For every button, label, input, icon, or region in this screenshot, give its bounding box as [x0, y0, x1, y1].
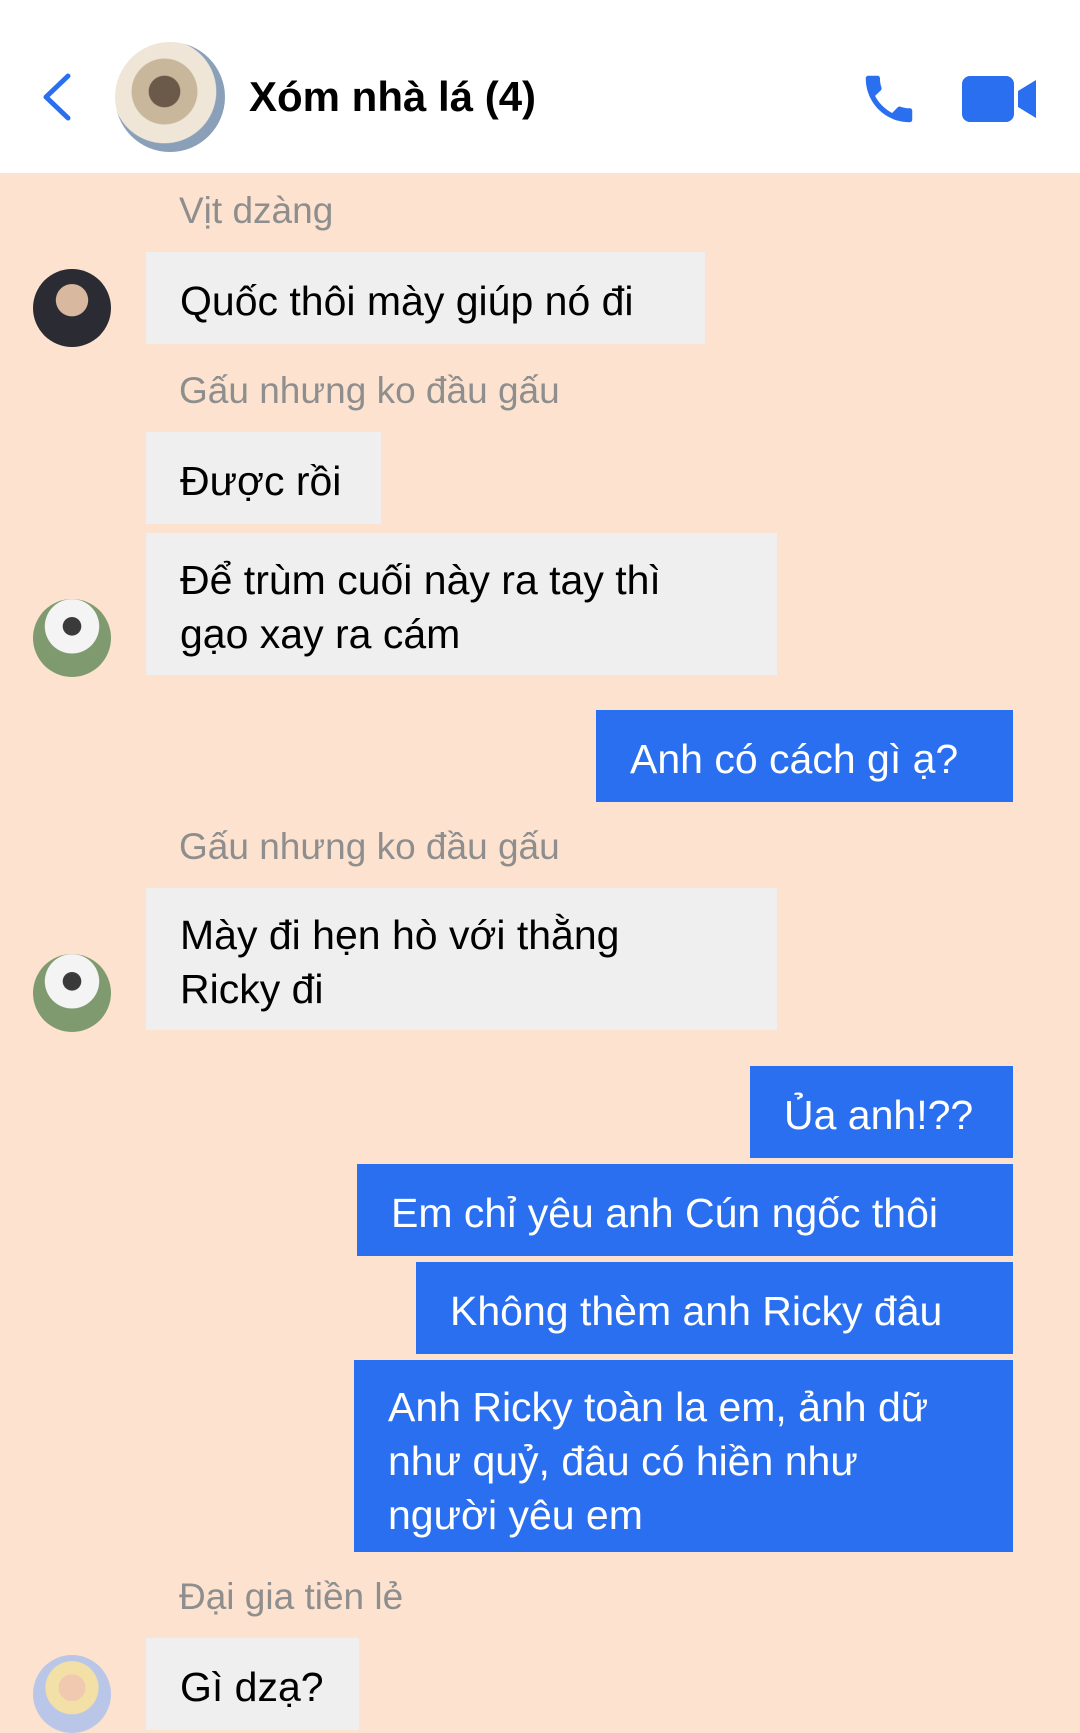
- message-text: Không thèm anh Ricky đâu: [450, 1288, 943, 1334]
- avatar[interactable]: [33, 599, 111, 677]
- message-bubble[interactable]: Gì dzạ?: [146, 1638, 359, 1730]
- sender-name: Gấu nhưng ko đầu gấu: [179, 826, 560, 867]
- avatar[interactable]: [33, 1655, 111, 1733]
- video-camera-icon[interactable]: [962, 74, 1038, 124]
- message-text: Anh Ricky toàn la em, ảnh dữ: [388, 1384, 929, 1430]
- message-bubble[interactable]: Anh có cách gì ạ?: [596, 710, 1013, 802]
- message-bubble[interactable]: Được rồi: [146, 432, 381, 524]
- phone-icon[interactable]: [858, 68, 920, 130]
- chat-header: Xóm nhà lá (4): [0, 0, 1080, 173]
- conversation-title[interactable]: Xóm nhà lá (4): [249, 73, 536, 121]
- avatar[interactable]: [33, 269, 111, 347]
- message-text: như quỷ, đâu có hiền như: [388, 1438, 858, 1484]
- message-bubble[interactable]: Ủa anh!??: [750, 1066, 1013, 1158]
- message-text: người yêu em: [388, 1492, 643, 1538]
- message-bubble[interactable]: Quốc thôi mày giúp nó đi: [146, 252, 705, 344]
- group-avatar[interactable]: [115, 42, 225, 152]
- message-bubble[interactable]: Để trùm cuối này ra tay thì gạo xay ra c…: [146, 533, 777, 675]
- avatar[interactable]: [33, 954, 111, 1032]
- message-text: Ricky đi: [180, 966, 324, 1012]
- message-text: Quốc thôi mày giúp nó đi: [180, 278, 634, 324]
- message-text: Để trùm cuối này ra tay thì: [180, 557, 661, 603]
- message-text: Được rồi: [180, 458, 342, 504]
- message-text: Gì dzạ?: [180, 1664, 324, 1710]
- sender-name: Gấu nhưng ko đầu gấu: [179, 370, 560, 411]
- message-bubble[interactable]: Anh Ricky toàn la em, ảnh dữ như quỷ, đâ…: [354, 1360, 1013, 1552]
- message-text: Mày đi hẹn hò với thằng: [180, 912, 620, 958]
- message-text: gạo xay ra cám: [180, 611, 461, 657]
- message-bubble[interactable]: Mày đi hẹn hò với thằng Ricky đi: [146, 888, 777, 1030]
- sender-name: Đại gia tiền lẻ: [179, 1576, 404, 1617]
- message-bubble[interactable]: Em chỉ yêu anh Cún ngốc thôi: [357, 1164, 1013, 1256]
- message-text: Ủa anh!??: [784, 1092, 974, 1138]
- chevron-left-icon[interactable]: [36, 70, 80, 124]
- message-bubble[interactable]: Không thèm anh Ricky đâu: [416, 1262, 1013, 1354]
- message-text: Anh có cách gì ạ?: [630, 736, 959, 782]
- message-text: Em chỉ yêu anh Cún ngốc thôi: [391, 1190, 938, 1236]
- sender-name: Vịt dzàng: [179, 190, 334, 231]
